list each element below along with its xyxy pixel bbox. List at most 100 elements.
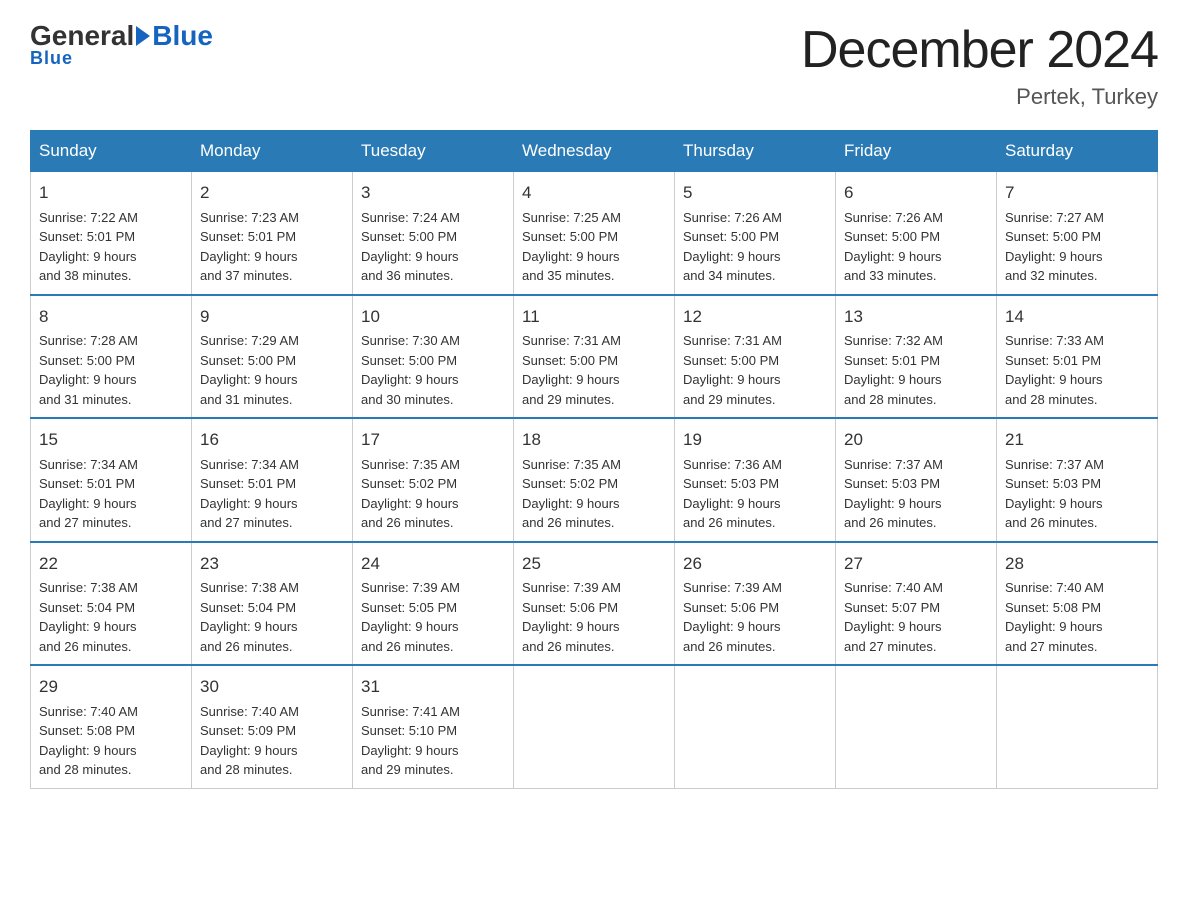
day-number: 28 bbox=[1005, 551, 1149, 577]
calendar-cell: 10Sunrise: 7:30 AM Sunset: 5:00 PM Dayli… bbox=[353, 295, 514, 419]
day-info: Sunrise: 7:29 AM Sunset: 5:00 PM Dayligh… bbox=[200, 331, 344, 409]
calendar-cell: 31Sunrise: 7:41 AM Sunset: 5:10 PM Dayli… bbox=[353, 665, 514, 788]
calendar-cell: 19Sunrise: 7:36 AM Sunset: 5:03 PM Dayli… bbox=[675, 418, 836, 542]
calendar-cell bbox=[514, 665, 675, 788]
day-info: Sunrise: 7:26 AM Sunset: 5:00 PM Dayligh… bbox=[683, 208, 827, 286]
calendar-header-row: SundayMondayTuesdayWednesdayThursdayFrid… bbox=[31, 131, 1158, 172]
page-header: General Blue Blue December 2024 Pertek, … bbox=[30, 20, 1158, 110]
calendar-cell: 4Sunrise: 7:25 AM Sunset: 5:00 PM Daylig… bbox=[514, 172, 675, 295]
day-info: Sunrise: 7:31 AM Sunset: 5:00 PM Dayligh… bbox=[522, 331, 666, 409]
day-number: 17 bbox=[361, 427, 505, 453]
calendar-cell: 29Sunrise: 7:40 AM Sunset: 5:08 PM Dayli… bbox=[31, 665, 192, 788]
calendar-cell: 16Sunrise: 7:34 AM Sunset: 5:01 PM Dayli… bbox=[192, 418, 353, 542]
day-info: Sunrise: 7:30 AM Sunset: 5:00 PM Dayligh… bbox=[361, 331, 505, 409]
day-number: 10 bbox=[361, 304, 505, 330]
day-number: 1 bbox=[39, 180, 183, 206]
day-number: 3 bbox=[361, 180, 505, 206]
day-number: 6 bbox=[844, 180, 988, 206]
day-number: 26 bbox=[683, 551, 827, 577]
calendar-cell bbox=[836, 665, 997, 788]
day-info: Sunrise: 7:26 AM Sunset: 5:00 PM Dayligh… bbox=[844, 208, 988, 286]
day-info: Sunrise: 7:22 AM Sunset: 5:01 PM Dayligh… bbox=[39, 208, 183, 286]
calendar-week-row: 8Sunrise: 7:28 AM Sunset: 5:00 PM Daylig… bbox=[31, 295, 1158, 419]
day-info: Sunrise: 7:33 AM Sunset: 5:01 PM Dayligh… bbox=[1005, 331, 1149, 409]
day-number: 5 bbox=[683, 180, 827, 206]
day-header-sunday: Sunday bbox=[31, 131, 192, 172]
day-number: 13 bbox=[844, 304, 988, 330]
logo-blue-text: Blue bbox=[152, 20, 213, 52]
day-info: Sunrise: 7:28 AM Sunset: 5:00 PM Dayligh… bbox=[39, 331, 183, 409]
day-info: Sunrise: 7:39 AM Sunset: 5:06 PM Dayligh… bbox=[522, 578, 666, 656]
day-info: Sunrise: 7:23 AM Sunset: 5:01 PM Dayligh… bbox=[200, 208, 344, 286]
calendar-cell: 13Sunrise: 7:32 AM Sunset: 5:01 PM Dayli… bbox=[836, 295, 997, 419]
calendar-cell: 18Sunrise: 7:35 AM Sunset: 5:02 PM Dayli… bbox=[514, 418, 675, 542]
calendar-cell: 15Sunrise: 7:34 AM Sunset: 5:01 PM Dayli… bbox=[31, 418, 192, 542]
day-number: 29 bbox=[39, 674, 183, 700]
day-header-saturday: Saturday bbox=[997, 131, 1158, 172]
calendar-week-row: 29Sunrise: 7:40 AM Sunset: 5:08 PM Dayli… bbox=[31, 665, 1158, 788]
calendar-cell: 3Sunrise: 7:24 AM Sunset: 5:00 PM Daylig… bbox=[353, 172, 514, 295]
logo-triangle-icon bbox=[136, 26, 150, 46]
day-number: 12 bbox=[683, 304, 827, 330]
day-info: Sunrise: 7:40 AM Sunset: 5:08 PM Dayligh… bbox=[39, 702, 183, 780]
day-number: 25 bbox=[522, 551, 666, 577]
calendar-cell: 23Sunrise: 7:38 AM Sunset: 5:04 PM Dayli… bbox=[192, 542, 353, 666]
calendar-cell: 14Sunrise: 7:33 AM Sunset: 5:01 PM Dayli… bbox=[997, 295, 1158, 419]
day-number: 22 bbox=[39, 551, 183, 577]
day-info: Sunrise: 7:25 AM Sunset: 5:00 PM Dayligh… bbox=[522, 208, 666, 286]
calendar-subtitle: Pertek, Turkey bbox=[801, 84, 1158, 110]
calendar-cell: 24Sunrise: 7:39 AM Sunset: 5:05 PM Dayli… bbox=[353, 542, 514, 666]
calendar-week-row: 15Sunrise: 7:34 AM Sunset: 5:01 PM Dayli… bbox=[31, 418, 1158, 542]
day-info: Sunrise: 7:40 AM Sunset: 5:08 PM Dayligh… bbox=[1005, 578, 1149, 656]
calendar-cell: 7Sunrise: 7:27 AM Sunset: 5:00 PM Daylig… bbox=[997, 172, 1158, 295]
day-info: Sunrise: 7:39 AM Sunset: 5:06 PM Dayligh… bbox=[683, 578, 827, 656]
day-info: Sunrise: 7:35 AM Sunset: 5:02 PM Dayligh… bbox=[522, 455, 666, 533]
day-header-thursday: Thursday bbox=[675, 131, 836, 172]
day-info: Sunrise: 7:37 AM Sunset: 5:03 PM Dayligh… bbox=[1005, 455, 1149, 533]
day-number: 11 bbox=[522, 304, 666, 330]
day-info: Sunrise: 7:31 AM Sunset: 5:00 PM Dayligh… bbox=[683, 331, 827, 409]
day-header-monday: Monday bbox=[192, 131, 353, 172]
calendar-cell: 28Sunrise: 7:40 AM Sunset: 5:08 PM Dayli… bbox=[997, 542, 1158, 666]
day-info: Sunrise: 7:39 AM Sunset: 5:05 PM Dayligh… bbox=[361, 578, 505, 656]
calendar-cell: 11Sunrise: 7:31 AM Sunset: 5:00 PM Dayli… bbox=[514, 295, 675, 419]
day-number: 9 bbox=[200, 304, 344, 330]
day-number: 23 bbox=[200, 551, 344, 577]
day-number: 31 bbox=[361, 674, 505, 700]
day-info: Sunrise: 7:40 AM Sunset: 5:07 PM Dayligh… bbox=[844, 578, 988, 656]
calendar-title: December 2024 bbox=[801, 20, 1158, 80]
day-info: Sunrise: 7:27 AM Sunset: 5:00 PM Dayligh… bbox=[1005, 208, 1149, 286]
calendar-cell: 12Sunrise: 7:31 AM Sunset: 5:00 PM Dayli… bbox=[675, 295, 836, 419]
calendar-cell: 21Sunrise: 7:37 AM Sunset: 5:03 PM Dayli… bbox=[997, 418, 1158, 542]
day-info: Sunrise: 7:38 AM Sunset: 5:04 PM Dayligh… bbox=[39, 578, 183, 656]
day-number: 18 bbox=[522, 427, 666, 453]
day-info: Sunrise: 7:41 AM Sunset: 5:10 PM Dayligh… bbox=[361, 702, 505, 780]
day-info: Sunrise: 7:36 AM Sunset: 5:03 PM Dayligh… bbox=[683, 455, 827, 533]
day-number: 19 bbox=[683, 427, 827, 453]
calendar-cell: 30Sunrise: 7:40 AM Sunset: 5:09 PM Dayli… bbox=[192, 665, 353, 788]
day-info: Sunrise: 7:40 AM Sunset: 5:09 PM Dayligh… bbox=[200, 702, 344, 780]
day-info: Sunrise: 7:34 AM Sunset: 5:01 PM Dayligh… bbox=[39, 455, 183, 533]
day-number: 4 bbox=[522, 180, 666, 206]
day-number: 16 bbox=[200, 427, 344, 453]
calendar-week-row: 1Sunrise: 7:22 AM Sunset: 5:01 PM Daylig… bbox=[31, 172, 1158, 295]
day-number: 7 bbox=[1005, 180, 1149, 206]
calendar-cell: 9Sunrise: 7:29 AM Sunset: 5:00 PM Daylig… bbox=[192, 295, 353, 419]
day-number: 27 bbox=[844, 551, 988, 577]
day-number: 2 bbox=[200, 180, 344, 206]
calendar-cell: 17Sunrise: 7:35 AM Sunset: 5:02 PM Dayli… bbox=[353, 418, 514, 542]
day-info: Sunrise: 7:37 AM Sunset: 5:03 PM Dayligh… bbox=[844, 455, 988, 533]
calendar-cell: 22Sunrise: 7:38 AM Sunset: 5:04 PM Dayli… bbox=[31, 542, 192, 666]
calendar-cell: 27Sunrise: 7:40 AM Sunset: 5:07 PM Dayli… bbox=[836, 542, 997, 666]
logo: General Blue Blue bbox=[30, 20, 213, 69]
logo-underline: Blue bbox=[30, 48, 73, 69]
day-info: Sunrise: 7:24 AM Sunset: 5:00 PM Dayligh… bbox=[361, 208, 505, 286]
calendar-cell bbox=[675, 665, 836, 788]
calendar-table: SundayMondayTuesdayWednesdayThursdayFrid… bbox=[30, 130, 1158, 789]
day-number: 30 bbox=[200, 674, 344, 700]
day-info: Sunrise: 7:34 AM Sunset: 5:01 PM Dayligh… bbox=[200, 455, 344, 533]
day-info: Sunrise: 7:32 AM Sunset: 5:01 PM Dayligh… bbox=[844, 331, 988, 409]
calendar-cell: 25Sunrise: 7:39 AM Sunset: 5:06 PM Dayli… bbox=[514, 542, 675, 666]
calendar-week-row: 22Sunrise: 7:38 AM Sunset: 5:04 PM Dayli… bbox=[31, 542, 1158, 666]
day-info: Sunrise: 7:38 AM Sunset: 5:04 PM Dayligh… bbox=[200, 578, 344, 656]
